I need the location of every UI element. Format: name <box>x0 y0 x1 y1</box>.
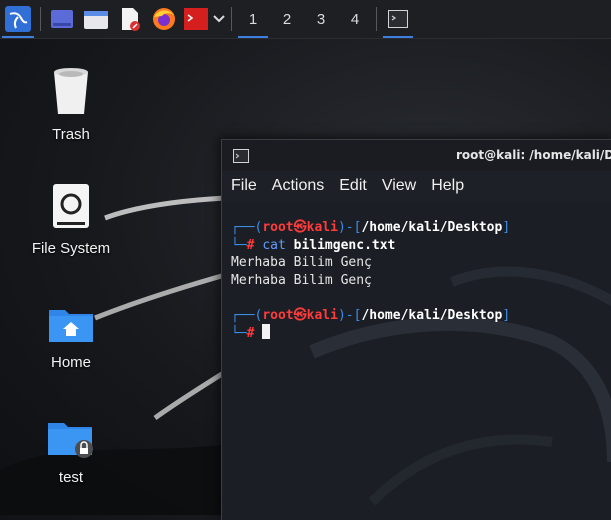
locked-folder-icon <box>46 417 96 463</box>
launcher-dropdown-button[interactable] <box>211 0 227 38</box>
output-line: Merhaba Bilim Genç <box>231 255 372 270</box>
workspace-preview-icon <box>51 10 73 28</box>
kali-menu-icon <box>5 6 31 32</box>
prompt-host: kali <box>306 220 338 235</box>
prompt-user: root <box>262 220 294 235</box>
menu-view[interactable]: View <box>382 177 416 195</box>
desktop-icon-label: test <box>58 469 84 486</box>
firefox-icon <box>152 7 176 31</box>
panel-separator <box>231 7 232 31</box>
desktop-icon-home[interactable]: Home <box>16 290 126 371</box>
menu-file[interactable]: File <box>231 177 257 195</box>
terminal-window-icon <box>233 148 249 167</box>
home-folder-icon <box>47 304 95 348</box>
file-manager-button[interactable] <box>79 0 113 38</box>
prompt-host: kali <box>306 307 338 323</box>
terminal-window[interactable]: root@kali: /home/kali/Desktop File Actio… <box>221 139 611 520</box>
terminal-window-icon <box>388 10 408 28</box>
panel-separator <box>376 7 377 31</box>
text-editor-button[interactable] <box>113 0 147 38</box>
firefox-button[interactable] <box>147 0 181 38</box>
command-name: cat <box>262 237 286 253</box>
prompt-at: ㉿ <box>293 307 307 323</box>
desktop-icon-label: Home <box>50 354 91 371</box>
desktop-icon-trash[interactable]: Trash <box>16 62 126 143</box>
workspace-2[interactable]: 2 <box>270 0 304 38</box>
terminal-launcher-button[interactable] <box>181 0 211 38</box>
terminal-icon <box>184 8 208 30</box>
prompt-symbol: # <box>246 326 255 341</box>
workspace-3[interactable]: 3 <box>304 0 338 38</box>
command-arg: bilimgenc.txt <box>293 237 396 253</box>
workspace-1[interactable]: 1 <box>236 0 270 38</box>
drive-icon <box>51 182 91 234</box>
prompt-line-1: ┌──(root㉿kali)-[/home/kali/Desktop] <box>231 220 511 235</box>
terminal-titlebar[interactable]: root@kali: /home/kali/Desktop <box>222 140 611 171</box>
trash-icon <box>51 66 91 120</box>
active-command-line[interactable]: └─# <box>231 324 611 342</box>
chevron-down-icon <box>213 15 225 23</box>
panel-separator <box>40 7 41 31</box>
prompt-user: root <box>262 307 294 323</box>
prompt-path: /home/kali/Desktop <box>361 220 503 235</box>
command-line: └─# cat bilimgenc.txt <box>231 237 396 253</box>
prompt-path: /home/kali/Desktop <box>361 307 503 323</box>
text-cursor <box>262 324 271 339</box>
taskbar-terminal-window[interactable] <box>381 0 415 38</box>
menu-help[interactable]: Help <box>431 177 464 195</box>
desktop-icon-file-system[interactable]: File System <box>16 176 126 257</box>
output-line: Merhaba Bilim Genç <box>231 272 372 288</box>
menu-actions[interactable]: Actions <box>272 177 324 195</box>
desktop-icon-test[interactable]: test <box>16 405 126 486</box>
file-manager-icon <box>84 9 108 29</box>
prompt-line-2: ┌──(root㉿kali)-[/home/kali/Desktop] <box>231 307 511 323</box>
terminal-title: root@kali: /home/kali/Desktop <box>456 148 611 162</box>
terminal-console[interactable]: ┌──(root㉿kali)-[/home/kali/Desktop] └─# … <box>222 202 611 520</box>
workspace-preview-button[interactable] <box>45 0 79 38</box>
prompt-at: ㉿ <box>293 220 307 235</box>
desktop-icon-label: Trash <box>52 126 90 143</box>
top-panel: 1 2 3 4 <box>0 0 611 39</box>
prompt-symbol: # <box>246 237 255 253</box>
kali-menu-button[interactable] <box>0 0 36 38</box>
menu-edit[interactable]: Edit <box>339 177 367 195</box>
text-editor-icon <box>119 7 141 31</box>
desktop-icon-label: File System <box>31 240 111 257</box>
workspace-4[interactable]: 4 <box>338 0 372 38</box>
terminal-menubar: File Actions Edit View Help <box>222 171 611 201</box>
